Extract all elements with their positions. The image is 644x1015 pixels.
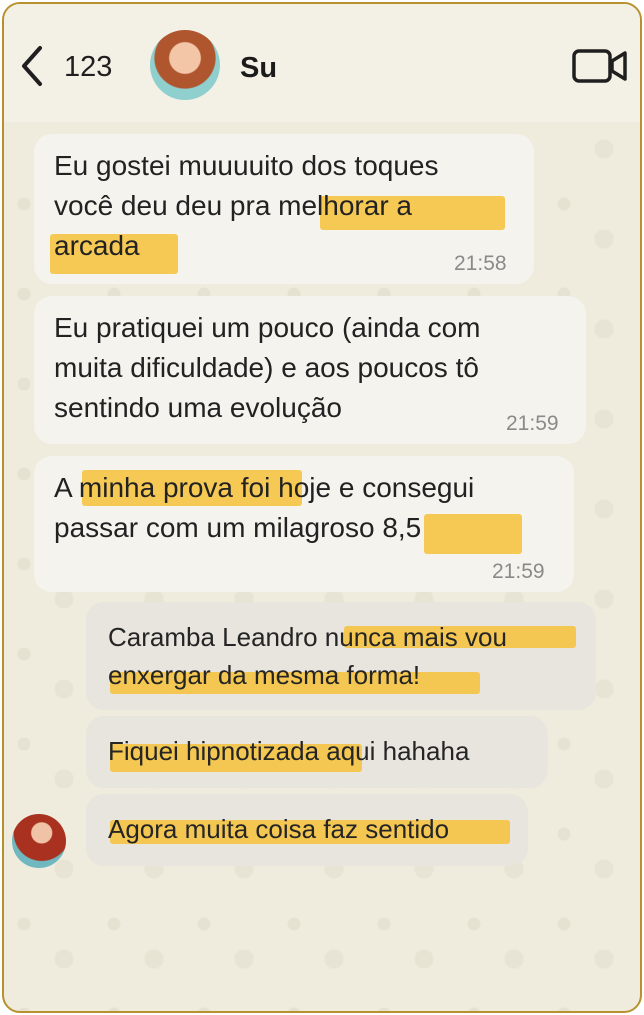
incoming-message[interactable]: Eu pratiquei um pouco (ainda com muita d… — [34, 296, 586, 444]
chat-header: 123 Su — [4, 4, 640, 122]
message-line: arcada — [54, 230, 140, 261]
chat-message[interactable]: Agora muita coisa faz sentido — [86, 794, 528, 866]
message-line: A minha prova foi hoje e consegui — [54, 472, 475, 503]
chat-message[interactable]: Caramba Leandro nunca mais vou enxergar … — [86, 602, 596, 710]
sender-avatar[interactable] — [12, 814, 66, 868]
message-line: Eu gostei muuuuito dos toques — [54, 150, 439, 181]
message-line: Agora muita coisa faz sentido — [108, 814, 450, 844]
message-line: Fiquei hipnotizada aqui hahaha — [108, 736, 470, 766]
contact-name[interactable]: Su — [240, 52, 277, 85]
message-time: 21:59 — [506, 412, 559, 435]
message-line: passar com um milagroso 8,5 — [54, 512, 422, 543]
chevron-left-icon — [22, 46, 42, 86]
incoming-message[interactable]: Eu gostei muuuuito dos toques você deu d… — [34, 134, 534, 284]
video-call-button[interactable] — [572, 48, 628, 84]
contact-avatar[interactable] — [150, 30, 220, 100]
incoming-message[interactable]: A minha prova foi hoje e consegui passar… — [34, 456, 574, 592]
back-button[interactable] — [18, 44, 58, 90]
message-line: Caramba Leandro nunca mais vou — [108, 622, 507, 652]
video-camera-icon — [572, 49, 627, 83]
chat-screen: 123 Su Eu gostei muuuuito dos toques voc… — [2, 2, 642, 1013]
message-line: enxergar da mesma forma! — [108, 660, 421, 690]
message-line: Eu pratiquei um pouco (ainda com — [54, 312, 481, 343]
unread-count[interactable]: 123 — [64, 51, 112, 84]
message-line: muita dificuldade) e aos poucos tô — [54, 352, 479, 383]
message-line: você deu deu pra melhorar a — [54, 190, 412, 221]
message-line: sentindo uma evolução — [54, 392, 342, 423]
chat-message[interactable]: Fiquei hipnotizada aqui hahaha — [86, 716, 548, 788]
message-time: 21:59 — [492, 560, 545, 583]
message-time: 21:58 — [454, 252, 507, 275]
